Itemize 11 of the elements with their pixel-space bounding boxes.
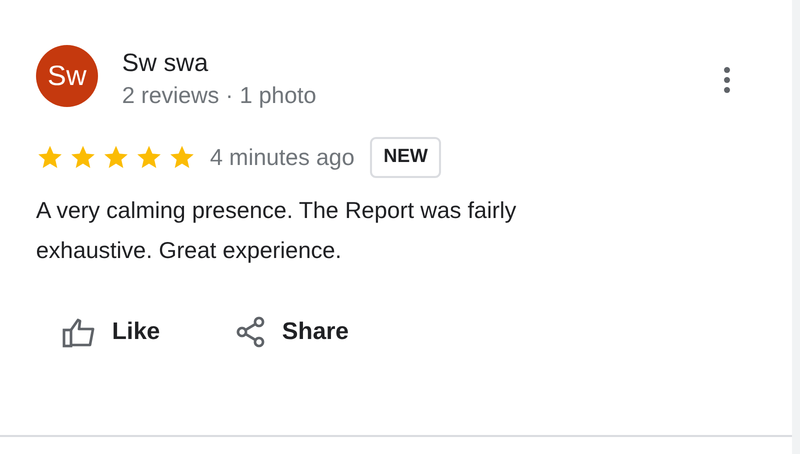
reviewer-name[interactable]: Sw swa: [122, 47, 722, 79]
share-icon: [236, 316, 266, 348]
more-options-icon[interactable]: [722, 67, 732, 93]
avatar: Sw: [36, 45, 98, 107]
new-badge: NEW: [370, 137, 441, 178]
reviewer-meta: 2 reviews · 1 photo: [122, 81, 318, 110]
review-text: A very calming presence. The Report was fairly exhaustive. Great experience.: [36, 196, 518, 265]
review-time: 4 minutes ago: [210, 143, 354, 172]
share-button[interactable]: Share: [236, 314, 349, 350]
thumbs-up-icon: [62, 316, 96, 348]
like-button[interactable]: Like: [62, 314, 160, 350]
